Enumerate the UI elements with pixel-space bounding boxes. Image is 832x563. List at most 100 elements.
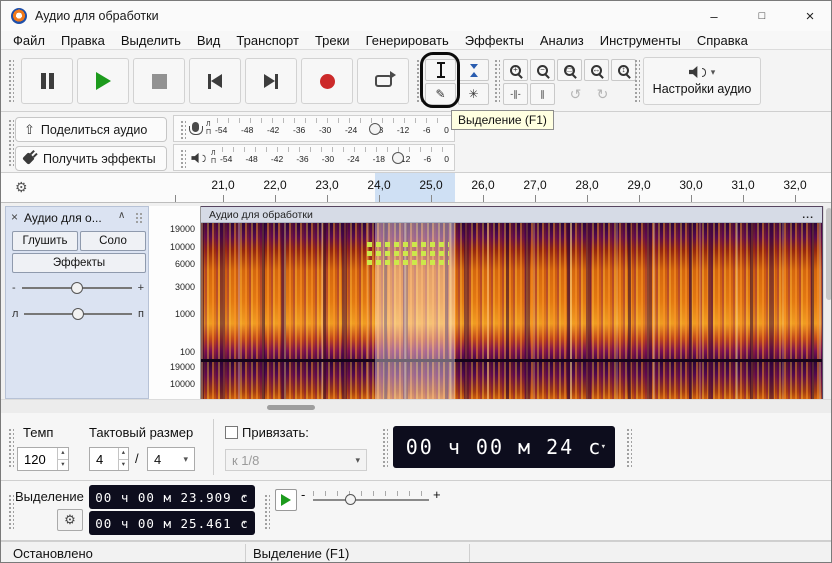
solo-button[interactable]: Соло xyxy=(80,231,146,251)
time-display-caret-icon[interactable]: ▾ xyxy=(601,442,608,452)
multi-tool-icon: ✳ xyxy=(468,87,479,101)
menu-select[interactable]: Выделить xyxy=(113,32,189,49)
horizontal-scrollbar-thumb[interactable] xyxy=(267,405,315,410)
selection-end-field[interactable]: 00 ч 00 м 25.461 с ▾ xyxy=(89,511,255,535)
share-audio-button[interactable]: ⇧ Поделиться аудио xyxy=(15,117,167,142)
multi-tool-button[interactable]: ✳ xyxy=(458,83,489,105)
play-at-speed-button[interactable] xyxy=(275,489,297,511)
menu-edit[interactable]: Правка xyxy=(53,32,113,49)
skip-to-end-button[interactable] xyxy=(245,58,297,104)
redo-button[interactable]: ↻ xyxy=(590,83,615,105)
menu-file[interactable]: Файл xyxy=(5,32,53,49)
trim-audio-button[interactable]: -∥- xyxy=(503,83,528,105)
stop-button[interactable] xyxy=(133,58,185,104)
pause-button[interactable] xyxy=(21,58,73,104)
minimize-button[interactable]: – xyxy=(691,1,737,31)
playback-meter[interactable]: ЛП -54 -48 -42 -36 -30 -24 -18 -12 -6 0 xyxy=(173,144,455,171)
undo-button[interactable]: ↺ xyxy=(563,83,588,105)
menu-effects[interactable]: Эффекты xyxy=(457,32,532,49)
pause-icon xyxy=(40,73,54,89)
horizontal-scrollbar[interactable] xyxy=(1,399,831,413)
menu-analyze[interactable]: Анализ xyxy=(532,32,592,49)
speed-slider[interactable] xyxy=(313,499,429,501)
time-display[interactable]: 00 ч 00 м 24 с ▾ xyxy=(393,426,615,468)
close-button[interactable]: × xyxy=(787,1,831,31)
gain-knob[interactable] xyxy=(70,282,83,294)
tempo-spinner[interactable]: ▴ ▾ xyxy=(56,448,68,470)
audio-setup-grip[interactable] xyxy=(633,58,640,104)
clip-menu-icon[interactable]: ... xyxy=(802,209,814,221)
menu-tracks[interactable]: Треки xyxy=(307,32,358,49)
get-effects-label: Получить эффекты xyxy=(43,151,156,166)
caret-down-icon[interactable]: ▾ xyxy=(242,492,248,502)
zoom-out-button[interactable]: − xyxy=(530,59,555,81)
time-value: 00 ч 00 м 24 с xyxy=(405,435,603,459)
edit-grip[interactable] xyxy=(493,58,500,104)
recording-meter[interactable]: ЛП -54-48-42 -36-30-24 -18-12-6 0 xyxy=(173,115,455,142)
menu-generate[interactable]: Генерировать xyxy=(358,32,457,49)
menu-view[interactable]: Вид xyxy=(189,32,229,49)
menu-tools[interactable]: Инструменты xyxy=(592,32,689,49)
pan-slider[interactable] xyxy=(22,303,134,325)
effects-button[interactable]: Эффекты xyxy=(12,253,146,273)
play-speed-grip[interactable] xyxy=(263,493,270,529)
tempo-input[interactable] xyxy=(18,448,57,470)
vertical-scrollbar[interactable] xyxy=(823,206,831,399)
snap-select[interactable]: к 1/8 ▾ xyxy=(225,449,367,471)
skip-to-start-button[interactable] xyxy=(189,58,241,104)
spectrogram-channel-right[interactable] xyxy=(201,362,822,400)
track-panel-grip[interactable] xyxy=(134,211,144,223)
timeline-ruler[interactable]: ⚙ 21,0 22,0 23,0 24,0 25,0 26,0 27,0 28,… xyxy=(1,173,831,203)
spectrogram-clip[interactable]: Аудио для обработки ... xyxy=(201,206,823,400)
menu-transport[interactable]: Транспорт xyxy=(228,32,307,49)
after-time-grip[interactable] xyxy=(625,427,632,467)
play-at-speed-icon xyxy=(281,494,291,506)
caret-down-icon[interactable]: ▾ xyxy=(242,518,248,528)
track-title[interactable]: Аудио для о... xyxy=(24,211,102,225)
zoom-selection-button[interactable]: ▭ xyxy=(557,59,582,81)
track-collapse-icon[interactable]: ∧ xyxy=(118,210,125,221)
zoom-project-button[interactable]: ↔ xyxy=(584,59,609,81)
selection-start-field[interactable]: 00 ч 00 м 23.909 с ▾ xyxy=(89,485,255,509)
get-effects-button[interactable]: Получить эффекты xyxy=(15,146,167,171)
timesig-label: Тактовый размер xyxy=(89,425,194,440)
snap-checkbox[interactable] xyxy=(225,426,238,439)
play-button[interactable] xyxy=(77,58,129,104)
clip-header[interactable]: Аудио для обработки ... xyxy=(201,207,822,223)
menu-help[interactable]: Справка xyxy=(689,32,756,49)
audacity-window: Аудио для обработки – □ × Файл Правка Вы… xyxy=(0,0,832,563)
vertical-scrollbar-thumb[interactable] xyxy=(826,208,831,300)
timesig-lower-select[interactable]: 4 ▾ xyxy=(147,447,195,471)
timesig-upper-input[interactable] xyxy=(90,448,118,470)
playback-meter-grip[interactable] xyxy=(179,147,186,168)
title-bar[interactable]: Аудио для обработки – □ × xyxy=(1,1,831,31)
time-display-grip[interactable] xyxy=(381,427,388,467)
audio-setup-button[interactable]: ▾ Настройки аудио xyxy=(643,57,761,105)
pan-knob[interactable] xyxy=(72,308,85,320)
track-control-panel[interactable]: × Аудио для о... ∧ Глушить Соло Эффекты … xyxy=(5,206,149,399)
mute-button[interactable]: Глушить xyxy=(12,231,78,251)
share-grip[interactable] xyxy=(7,118,14,168)
gain-slider[interactable] xyxy=(20,277,134,299)
track-close-icon[interactable]: × xyxy=(11,210,18,224)
audio-setup-label: Настройки аудио xyxy=(652,82,752,96)
timesig-spinner[interactable]: ▴ ▾ xyxy=(117,448,128,470)
transport-grip[interactable] xyxy=(7,58,14,104)
timeline-options-gear-icon[interactable]: ⚙ xyxy=(15,180,28,194)
speed-slider-knob[interactable] xyxy=(345,494,356,505)
maximize-button[interactable]: □ xyxy=(739,1,785,31)
recording-meter-grip[interactable] xyxy=(179,118,186,139)
envelope-tool-button[interactable] xyxy=(458,59,489,81)
selection-settings-button[interactable]: ⚙ xyxy=(57,509,83,531)
spectrogram-channel-left[interactable] xyxy=(201,223,822,359)
silence-audio-button[interactable]: ∥ xyxy=(530,83,555,105)
time-toolbar: Темп ▴▾ Тактовый размер ▴▾ / 4▾ Привязат… xyxy=(1,413,831,481)
ruler-tick-label: 21,0 xyxy=(211,178,235,192)
playback-gain-knob[interactable] xyxy=(391,152,404,164)
selection-toolbar-grip[interactable] xyxy=(7,493,14,529)
zoom-in-icon: + xyxy=(510,64,521,76)
loop-button[interactable] xyxy=(357,58,409,104)
time-toolbar-grip[interactable] xyxy=(7,427,14,467)
record-button[interactable] xyxy=(301,58,353,104)
zoom-in-button[interactable]: + xyxy=(503,59,528,81)
